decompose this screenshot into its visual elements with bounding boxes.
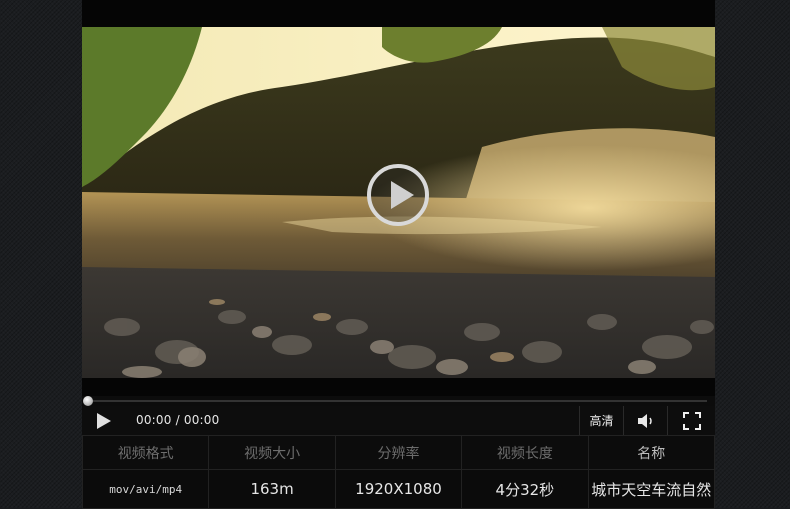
time-display: 00:00 / 00:00 — [136, 413, 220, 427]
play-circle-icon — [367, 164, 429, 226]
control-bar: 00:00 / 00:00 高清 — [82, 406, 715, 435]
fullscreen-icon — [683, 411, 701, 430]
hd-quality-button[interactable]: 高清 — [579, 406, 623, 435]
play-button[interactable] — [92, 411, 114, 431]
big-play-button[interactable] — [366, 163, 430, 227]
volume-icon — [637, 413, 652, 428]
header-duration: 视频长度 — [461, 435, 589, 470]
info-value-row: mov/avi/mp4 163m 1920X1080 4分32秒 城市天空车流自… — [81, 469, 716, 509]
header-format: 视频格式 — [81, 435, 210, 470]
header-size: 视频大小 — [208, 435, 336, 470]
progress-handle[interactable] — [83, 396, 93, 406]
video-area[interactable] — [82, 0, 715, 396]
value-duration: 4分32秒 — [461, 469, 589, 509]
value-format: mov/avi/mp4 — [81, 469, 210, 509]
progress-track[interactable] — [88, 400, 707, 402]
value-resolution: 1920X1080 — [334, 469, 463, 509]
play-icon — [97, 413, 111, 429]
info-header-row: 视频格式 视频大小 分辨率 视频长度 名称 — [81, 435, 716, 470]
volume-button[interactable] — [623, 406, 667, 435]
header-resolution: 分辨率 — [334, 435, 463, 470]
video-info-table: 视频格式 视频大小 分辨率 视频长度 名称 mov/avi/mp4 163m 1… — [81, 435, 716, 509]
value-name: 城市天空车流自然 — [587, 469, 716, 509]
video-player: 00:00 / 00:00 高清 视频格式 视频大小 分辨率 视频长度 名称 m… — [81, 0, 716, 509]
header-name: 名称 — [587, 435, 716, 470]
fullscreen-button[interactable] — [667, 406, 716, 435]
hd-quality-label: 高清 — [589, 414, 614, 428]
value-size: 163m — [208, 469, 336, 509]
progress-bar[interactable] — [82, 396, 715, 406]
